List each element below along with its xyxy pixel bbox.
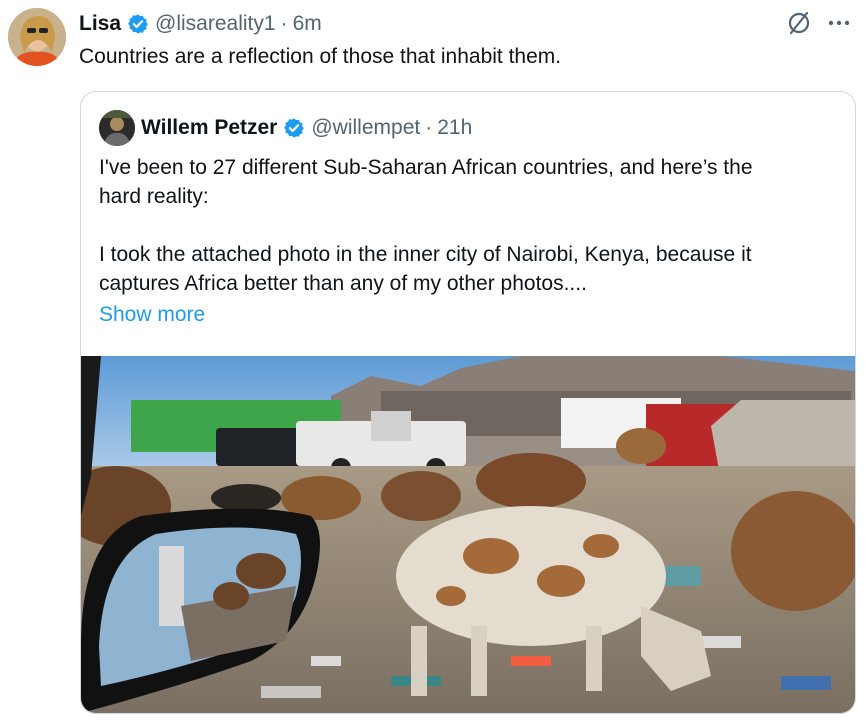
dot-separator: · bbox=[425, 116, 433, 139]
tweet-actions-top bbox=[786, 10, 852, 36]
quote-text: I've been to 27 different Sub-Saharan Af… bbox=[99, 153, 839, 298]
quote-timestamp[interactable]: 21h bbox=[437, 116, 472, 140]
quote-line: I took the attached photo in the inner c… bbox=[99, 243, 752, 266]
quoted-tweet[interactable]: Willem Petzer @willempet · 21h I've been… bbox=[80, 91, 856, 714]
quote-line: hard reality: bbox=[99, 185, 209, 208]
quote-line: I've been to 27 different Sub-Saharan Af… bbox=[99, 156, 753, 179]
timestamp[interactable]: 6m bbox=[293, 12, 322, 36]
avatar-image bbox=[8, 8, 66, 66]
verified-badge-icon bbox=[128, 14, 148, 34]
author-handle[interactable]: @lisareality1 bbox=[155, 12, 276, 36]
dot-separator: · bbox=[280, 12, 288, 35]
attached-photo[interactable] bbox=[81, 356, 855, 713]
verified-badge-icon bbox=[284, 118, 305, 138]
quote-author-handle[interactable]: @willempet bbox=[311, 116, 420, 140]
tweet-header: Lisa @lisareality1 · 6m bbox=[79, 10, 322, 38]
tweet-text: Countries are a reflection of those that… bbox=[79, 45, 562, 68]
quote-author-name[interactable]: Willem Petzer bbox=[141, 116, 277, 140]
quote-line: captures Africa better than any of my ot… bbox=[99, 272, 587, 295]
author-name[interactable]: Lisa bbox=[79, 12, 121, 36]
slash-circle-icon[interactable] bbox=[786, 10, 812, 36]
show-more-link[interactable]: Show more bbox=[99, 303, 205, 327]
avatar[interactable] bbox=[8, 8, 66, 66]
more-dots-icon[interactable] bbox=[826, 10, 852, 36]
quote-header: Willem Petzer @willempet · 21h bbox=[141, 113, 472, 143]
quote-avatar-image bbox=[99, 110, 135, 146]
quote-avatar[interactable] bbox=[99, 110, 135, 146]
